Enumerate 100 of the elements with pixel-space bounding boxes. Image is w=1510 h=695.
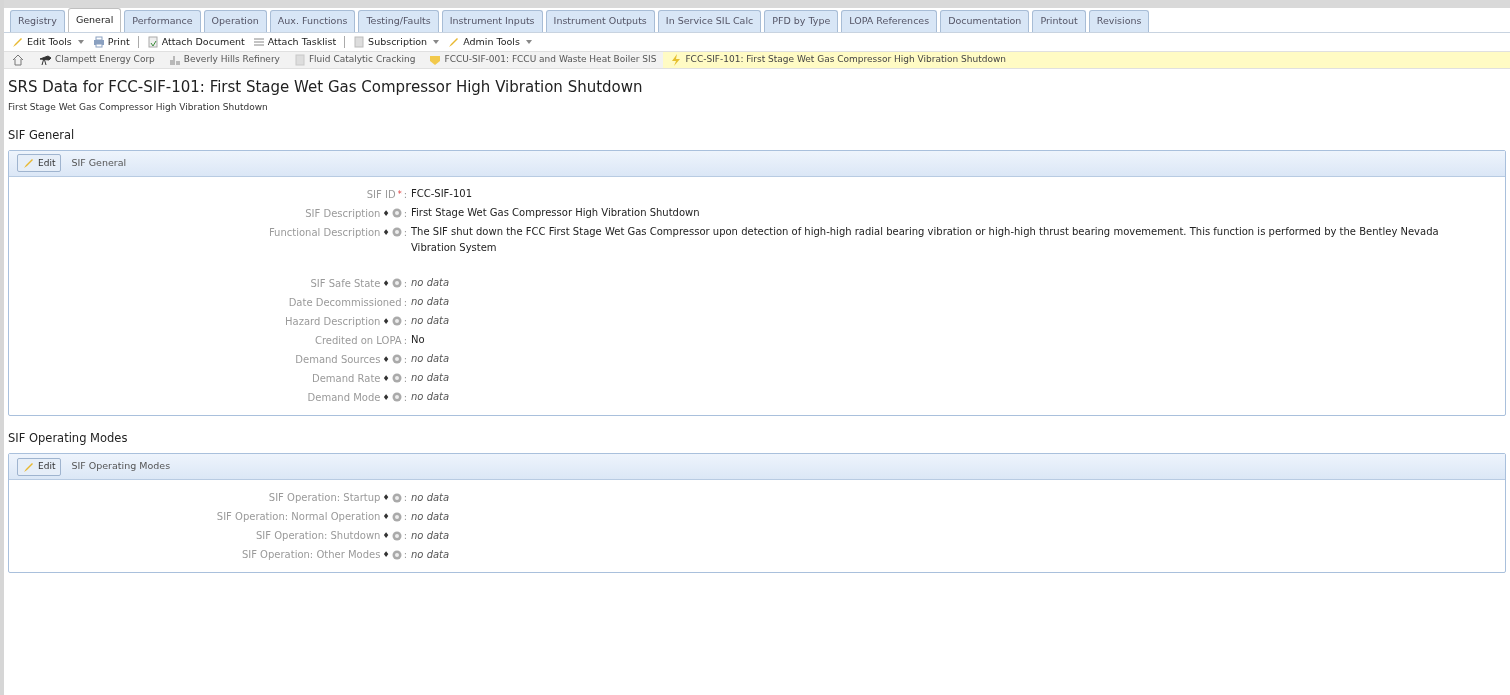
tab[interactable]: Instrument Outputs — [545, 10, 655, 32]
toolbar-button[interactable]: Admin Tools — [448, 34, 520, 50]
field-label: SIF Safe State — [310, 276, 381, 291]
required-marker: * — [397, 188, 402, 201]
field-value: no data — [411, 390, 451, 405]
colon: : — [403, 371, 407, 386]
info-marker: ♦ — [382, 207, 390, 220]
field-label: Credited on LOPA — [314, 333, 402, 348]
colon: : — [403, 491, 407, 505]
tab[interactable]: In Service SIL Calc — [657, 10, 762, 32]
toolbar-button[interactable]: Edit Tools — [12, 34, 72, 50]
field-label: Functional Description — [268, 225, 381, 240]
field-value: no data — [411, 295, 451, 310]
field-value: no data — [411, 528, 451, 543]
field-label: Hazard Description — [285, 314, 381, 329]
oil-pump-icon — [39, 54, 52, 66]
field-label: SIF ID — [366, 187, 396, 202]
breadcrumb-link[interactable]: FCC-SIF-101: First Stage Wet Gas Compressor High Vibration Shutdown — [663, 52, 1013, 68]
field-label: SIF Description — [305, 206, 381, 221]
field-label: Demand Rate — [311, 371, 381, 386]
tab[interactable]: General — [67, 8, 122, 32]
info-marker: ♦ — [382, 372, 390, 385]
colon: : — [403, 314, 407, 329]
factory-icon — [168, 54, 181, 66]
pencil-icon — [12, 36, 24, 48]
field-value: no data — [411, 490, 451, 505]
caret-icon[interactable] — [76, 39, 85, 45]
document-icon — [353, 36, 366, 48]
help-icon[interactable] — [391, 227, 402, 238]
tab[interactable]: Instrument Inputs — [441, 10, 543, 32]
help-icon[interactable] — [391, 373, 402, 384]
document-icon — [146, 36, 159, 48]
document-icon — [293, 54, 306, 66]
info-marker: ♦ — [382, 549, 390, 561]
tab[interactable]: Documentation — [940, 10, 1030, 32]
help-icon[interactable] — [391, 354, 402, 365]
help-icon[interactable] — [391, 511, 402, 522]
field-value: no data — [411, 509, 451, 524]
field-value: no data — [411, 371, 451, 386]
pencil-icon — [23, 460, 35, 473]
tab[interactable]: Revisions — [1088, 10, 1150, 32]
list-icon — [252, 36, 265, 48]
toolbar-button[interactable]: Print — [92, 34, 130, 50]
edit-button[interactable]: Edit — [17, 154, 62, 173]
tab[interactable]: Testing/Faults — [358, 10, 439, 32]
toolbar-button[interactable]: Subscription — [353, 34, 428, 50]
field-label: SIF Operation: Other Modes — [241, 548, 381, 562]
help-icon[interactable] — [391, 530, 402, 541]
panel-title: SIF Operating Modes — [71, 459, 171, 474]
colon: : — [403, 206, 407, 221]
pencil-icon — [23, 157, 35, 170]
tab[interactable]: Performance — [124, 10, 201, 32]
tab[interactable]: Printout — [1032, 10, 1086, 32]
colon: : — [403, 187, 407, 202]
page-subtitle: First Stage Wet Gas Compressor High Vibration Shutdown — [8, 101, 269, 114]
field-value: The SIF shut down the FCC First Stage Wet Gas Compressor upon detection of high-high radial bearing vibration or high-high thrust bearing movemement. This function is performed by the Bentley Nevada Vibration System — [411, 225, 1440, 256]
field-label: SIF Operation: Shutdown — [256, 529, 381, 543]
help-icon[interactable] — [391, 549, 402, 560]
field-value: no data — [411, 276, 451, 291]
tab[interactable]: LOPA References — [841, 10, 938, 32]
help-icon[interactable] — [391, 208, 402, 219]
field-label: Demand Mode — [307, 390, 381, 405]
info-marker: ♦ — [382, 511, 390, 523]
colon: : — [403, 529, 407, 543]
info-marker: ♦ — [382, 530, 390, 542]
colon: : — [403, 390, 407, 405]
field-label: Demand Sources — [295, 352, 381, 367]
section-heading: SIF Operating Modes — [8, 429, 129, 447]
home-icon[interactable] — [12, 54, 24, 66]
tab[interactable]: Registry — [10, 10, 65, 32]
section-heading: SIF General — [8, 126, 76, 144]
toolbar-button[interactable]: Attach Document — [146, 34, 245, 50]
field-value: FCC-SIF-101 — [411, 187, 474, 202]
tab[interactable]: Operation — [203, 10, 267, 32]
field-label: SIF Operation: Normal Operation — [216, 510, 381, 524]
caret-icon[interactable] — [524, 39, 533, 45]
help-icon[interactable] — [391, 316, 402, 327]
colon: : — [403, 276, 407, 291]
tab[interactable]: PFD by Type — [764, 10, 839, 32]
field-value: First Stage Wet Gas Compressor High Vibration Shutdown — [411, 206, 701, 221]
info-marker: ♦ — [382, 226, 390, 239]
colon: : — [403, 510, 407, 524]
colon: : — [403, 295, 407, 310]
printer-icon — [92, 36, 105, 48]
help-icon[interactable] — [391, 392, 402, 403]
field-label: Date Decommissioned — [288, 295, 402, 310]
colon: : — [403, 548, 407, 562]
toolbar-button[interactable]: Attach Tasklist — [252, 34, 337, 50]
pencil-icon — [448, 36, 461, 48]
info-marker: ♦ — [382, 353, 390, 366]
shield-icon — [429, 54, 442, 66]
edit-button[interactable]: Edit — [17, 457, 62, 476]
help-icon[interactable] — [391, 278, 402, 289]
caret-icon[interactable] — [432, 39, 441, 45]
field-value: no data — [411, 547, 451, 562]
page-title: SRS Data for FCC-SIF-101: First Stage Wet Gas Compressor High Vibration Shutdown — [8, 77, 644, 97]
field-label: SIF Operation: Startup — [268, 491, 381, 505]
tab[interactable]: Aux. Functions — [269, 10, 356, 32]
field-value: No — [411, 333, 426, 348]
help-icon[interactable] — [391, 492, 402, 503]
